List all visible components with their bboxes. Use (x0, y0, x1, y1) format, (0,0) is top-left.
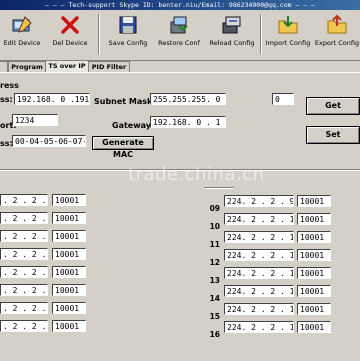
channel-ip-field[interactable]: 224. 2 . 2 . 12 (224, 249, 294, 261)
edit-device-button[interactable]: Edit Device (0, 12, 44, 58)
channel-index: 11 (209, 240, 220, 249)
reload-config-button[interactable]: Reload Config (206, 12, 258, 58)
subnet-mask-label: Subnet Mask: (94, 97, 156, 106)
save-config-label: Save Config (108, 39, 148, 47)
channel-port-field[interactable]: 10001 (52, 194, 86, 206)
channel-ip-field[interactable]: . 2 . 2 . 5 (0, 266, 48, 278)
channel-port-field[interactable]: 10001 (297, 195, 331, 207)
import-config-button[interactable]: Import Config (264, 12, 312, 58)
window-title: — — — Tech-support Skype ID: benter.niu/… (44, 1, 316, 9)
export-config-button[interactable]: Export Config (314, 12, 360, 58)
channel-ip-field[interactable]: . 2 . 2 . 6 (0, 284, 48, 296)
channel-port-field[interactable]: 10001 (52, 302, 86, 314)
reload-config-label: Reload Config (209, 39, 255, 47)
channel-port-field[interactable]: 10001 (52, 248, 86, 260)
channel-port-field[interactable]: 10001 (297, 249, 331, 261)
ip-address-field[interactable]: 192.168. 0 .191 (14, 93, 90, 105)
channel-ip-field[interactable]: 224. 2 . 2 . 14 (224, 285, 294, 297)
channel-index: 10 (209, 222, 220, 231)
edit-device-icon (12, 16, 32, 33)
channel-ip-field[interactable]: . 2 . 2 . 1 (0, 194, 48, 206)
channel-port-field[interactable]: 10001 (52, 320, 86, 332)
channel-port-field[interactable]: 10001 (297, 285, 331, 297)
channel-ip-field[interactable]: 224. 2 . 2 . 9 (224, 195, 294, 207)
tab-ts-over-ip[interactable]: TS over IP (45, 60, 89, 72)
tab-pid-filter-label: PID Filter (91, 63, 127, 71)
generate-mac-button[interactable]: Generate MAC (92, 136, 154, 159)
tab-pid-filter[interactable]: PID Filter (88, 61, 130, 72)
channel-port-field[interactable]: 10001 (297, 321, 331, 333)
channel-ip-field[interactable]: 224. 2 . 2 . 16 (224, 321, 294, 333)
edit-device-label: Edit Device (3, 39, 41, 47)
ts-over-ip-panel: ress ss: 192.168. 0 .191 Subnet Mask: 25… (0, 72, 360, 361)
tab-ts-over-ip-label: TS over IP (48, 62, 86, 70)
channel-ip-field[interactable]: 224. 2 . 2 . 15 (224, 303, 294, 315)
window-title-bar: — — — Tech-support Skype ID: benter.niu/… (0, 0, 360, 10)
restore-config-button[interactable]: Restore Conf (154, 12, 204, 58)
save-icon (119, 16, 137, 34)
channel-ip-field[interactable]: 224. 2 . 2 . 13 (224, 267, 294, 279)
channel-port-field[interactable]: 10001 (52, 212, 86, 224)
network-section-label: ress (0, 81, 19, 90)
channel-ip-field[interactable]: 224. 2 . 2 . 11 (224, 231, 294, 243)
channel-port-field[interactable]: 10001 (297, 303, 331, 315)
ip-address-label: ss: (0, 95, 13, 104)
tab-partial[interactable] (0, 61, 8, 72)
channel-port-field[interactable]: 10001 (297, 267, 331, 279)
channel-port-field[interactable]: 10001 (297, 231, 331, 243)
channel-ip-field[interactable]: . 2 . 2 . 8 (0, 320, 48, 332)
get-button[interactable]: Get (306, 97, 360, 115)
channel-port-field[interactable]: 10001 (297, 213, 331, 225)
restore-icon (170, 16, 188, 34)
channel-index: 13 (209, 276, 220, 285)
tab-strip: Program TS over IP PID Filter (0, 60, 360, 72)
channel-index: 12 (209, 258, 220, 267)
group-box-edge (204, 187, 234, 188)
export-icon (327, 14, 347, 34)
mac-address-field[interactable]: 00-04-05-06-07-08 (12, 135, 86, 147)
channel-index: 16 (209, 330, 220, 339)
toolbar-separator (260, 14, 261, 54)
gateway-label: Gateway: (112, 121, 155, 130)
channel-port-field[interactable]: 10001 (52, 230, 86, 242)
restore-config-label: Restore Conf (158, 39, 200, 47)
export-config-label: Export Config (314, 39, 360, 47)
channel-ip-field[interactable]: . 2 . 2 . 3 (0, 230, 48, 242)
tab-program-label: Program (11, 63, 43, 71)
save-config-button[interactable]: Save Config (104, 12, 152, 58)
channel-port-field[interactable]: 10001 (52, 284, 86, 296)
delete-icon (61, 16, 79, 34)
extra-value-field[interactable]: 0 (272, 93, 294, 105)
import-icon (278, 16, 298, 34)
channel-index: 14 (209, 294, 220, 303)
mac-address-label: ss: (0, 139, 13, 148)
channel-ip-field[interactable]: 224. 2 . 2 . 10 (224, 213, 294, 225)
channel-ip-field[interactable]: . 2 . 2 . 2 (0, 212, 48, 224)
channel-ip-field[interactable]: . 2 . 2 . 4 (0, 248, 48, 260)
channel-ip-field[interactable]: . 2 . 2 . 7 (0, 302, 48, 314)
delete-device-label: Del Device (52, 39, 88, 47)
watermark-text: trade.china.cn (128, 164, 265, 185)
port-field[interactable]: 1234 (12, 114, 58, 126)
toolbar: Edit Device Del Device Save Config Resto… (0, 10, 360, 61)
channel-index: 09 (209, 204, 220, 213)
channel-index: 15 (209, 312, 220, 321)
tab-program[interactable]: Program (8, 61, 46, 72)
subnet-mask-field[interactable]: 255.255.255. 0 (150, 93, 226, 105)
import-config-label: Import Config (265, 39, 311, 47)
set-button[interactable]: Set (306, 126, 360, 144)
delete-device-button[interactable]: Del Device (48, 12, 92, 58)
toolbar-separator (98, 14, 99, 54)
channel-port-field[interactable]: 10001 (52, 266, 86, 278)
reload-icon (222, 16, 241, 34)
gateway-field[interactable]: 192.168. 0 . 1 (150, 116, 226, 128)
